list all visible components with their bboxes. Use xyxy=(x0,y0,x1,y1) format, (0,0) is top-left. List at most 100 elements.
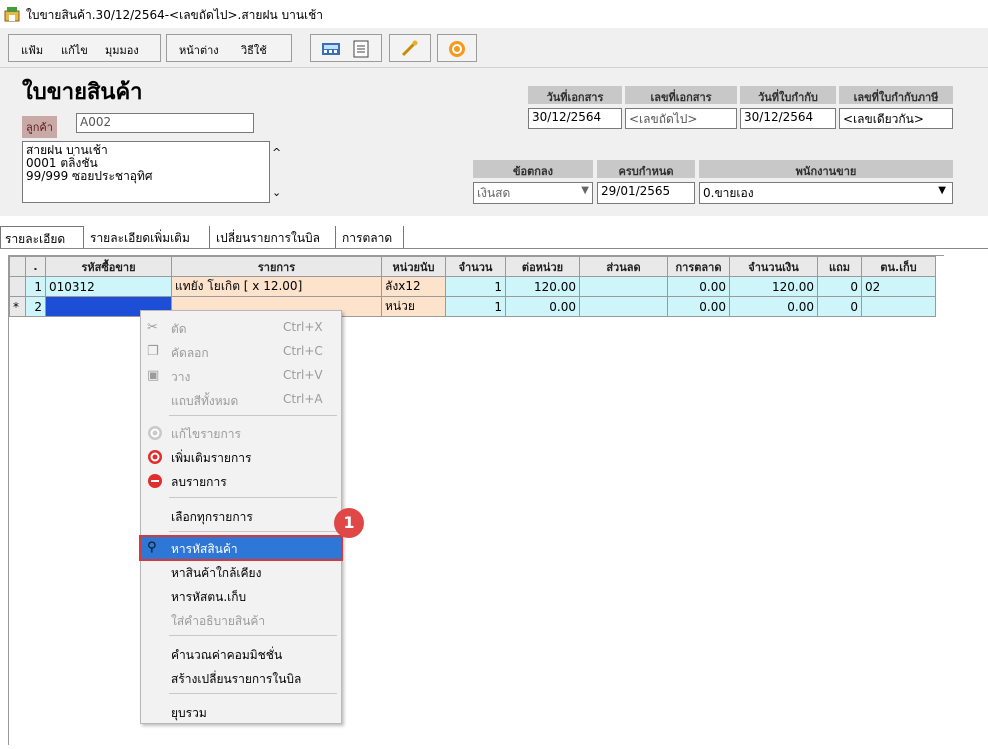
doc-date-input[interactable]: 30/12/2564 xyxy=(528,108,622,129)
item-unit-cell[interactable]: ลังx12 xyxy=(381,276,446,297)
item-price-cell[interactable]: 120.00 xyxy=(505,276,580,297)
chevron-down-icon[interactable]: ▼ xyxy=(938,185,946,196)
grid-header-cell[interactable]: รหัสซื้อขาย xyxy=(45,256,172,277)
delete-icon xyxy=(148,474,162,488)
item-code-cell[interactable]: 010312 xyxy=(45,276,172,297)
item-free-cell[interactable]: 0 xyxy=(817,296,862,317)
grid-header-cell[interactable]: . xyxy=(25,256,46,277)
grid-header-cell[interactable]: หน่วยนับ xyxy=(381,256,446,277)
menu-item-label: วาง xyxy=(171,370,191,384)
item-discount-cell[interactable] xyxy=(579,276,668,297)
menu-item-copy[interactable]: ❐ คัดลอก Ctrl+C xyxy=(141,341,341,363)
table-row[interactable]: 1 010312 แทยัง โยเกิต [ x 12.00] ลังx12 … xyxy=(9,276,936,297)
menu-edit[interactable]: แก้ไข xyxy=(61,41,88,59)
chevron-down-icon[interactable]: ▼ xyxy=(581,185,589,196)
menu-item-label: ลบรายการ xyxy=(171,475,227,489)
add-icon xyxy=(148,450,162,464)
terms-select[interactable]: เงินสด ▼ xyxy=(473,182,593,204)
item-free-cell[interactable]: 0 xyxy=(817,276,862,297)
menu-separator xyxy=(169,531,337,532)
items-table: . รหัสซื้อขาย รายการ หน่วยนับ จำนวน ต่อห… xyxy=(9,256,936,317)
grid-header-row: . รหัสซื้อขาย รายการ หน่วยนับ จำนวน ต่อห… xyxy=(9,256,936,277)
menu-item-select-all[interactable]: แถบสีทั้งหมด Ctrl+A xyxy=(141,389,341,411)
menu-item-collapse[interactable]: ยุบรวม xyxy=(141,701,341,723)
item-store-cell[interactable] xyxy=(861,296,936,317)
toolbar: แฟ้ม แก้ไข มุมมอง หน้าต่าง วิธีใช้ xyxy=(0,28,988,68)
row-number: 2 xyxy=(25,296,46,317)
menu-separator xyxy=(169,497,337,498)
tab-details[interactable]: รายละเอียด xyxy=(0,226,84,248)
menu-window[interactable]: หน้าต่าง xyxy=(179,41,219,59)
grid-header-cell xyxy=(9,256,26,277)
menu-item-edit[interactable]: แก้ไขรายการ xyxy=(141,422,341,444)
customer-address-box[interactable]: สายฝน บานเช้า 0001 ตลิ่งชัน 99/999 ซอยปร… xyxy=(22,141,270,203)
doc-no-header: เลขที่เอกสาร xyxy=(625,86,737,104)
menu-group-1: แฟ้ม แก้ไข มุมมอง xyxy=(8,34,161,62)
tax-no-input[interactable]: <เลขเดียวกัน> xyxy=(839,108,953,129)
menu-item-paste[interactable]: ▣ วาง Ctrl+V xyxy=(141,365,341,387)
due-date-input[interactable]: 29/01/2565 xyxy=(597,182,695,204)
item-qty-cell[interactable]: 1 xyxy=(445,296,506,317)
menu-item-delete[interactable]: ลบรายการ xyxy=(141,470,341,492)
menu-item-label: ยุบรวม xyxy=(171,706,207,720)
menu-item-find-store[interactable]: หารหัสตน.เก็บ xyxy=(141,585,341,607)
tab-change-items[interactable]: เปลี่ยนรายการในบิล xyxy=(212,226,336,248)
link-icon[interactable] xyxy=(400,40,420,58)
grid-header-cell[interactable]: ส่วนลด xyxy=(579,256,668,277)
menu-item-label: คัดลอก xyxy=(171,346,209,360)
item-marketing-cell[interactable]: 0.00 xyxy=(667,296,730,317)
terms-header: ข้อตกลง xyxy=(473,160,593,178)
tab-more-details[interactable]: รายละเอียดเพิ่มเติม xyxy=(86,226,210,248)
item-store-cell[interactable]: 02 xyxy=(861,276,936,297)
scroll-down-icon[interactable]: ⌄ xyxy=(272,186,281,199)
invoice-date-input[interactable]: 30/12/2564 xyxy=(740,108,836,129)
grid-header-cell[interactable]: จำนวนเงิน xyxy=(729,256,818,277)
calculator-icon[interactable] xyxy=(321,40,341,58)
menu-item-cut[interactable]: ✂ ตัด Ctrl+X xyxy=(141,317,341,339)
tool-group-2 xyxy=(389,34,431,62)
grid-header-cell[interactable]: แถม xyxy=(817,256,862,277)
tab-marketing[interactable]: การตลาด xyxy=(338,226,404,248)
menu-item-commission[interactable]: คำนวณค่าคอมมิชชั่น xyxy=(141,643,341,665)
exit-icon[interactable] xyxy=(447,40,467,58)
menu-file[interactable]: แฟ้ม xyxy=(21,41,43,59)
grid-header-cell[interactable]: จำนวน xyxy=(445,256,506,277)
menu-item-add[interactable]: เพิ่มเติมรายการ xyxy=(141,446,341,468)
row-number: 1 xyxy=(25,276,46,297)
salesperson-select[interactable]: 0.ขายเอง ▼ xyxy=(699,182,953,204)
document-icon[interactable] xyxy=(351,40,371,58)
menu-view[interactable]: มุมมอง xyxy=(105,41,139,59)
document-panel: ใบขายสินค้า ลูกค้า A002 สายฝน บานเช้า 00… xyxy=(0,68,988,216)
invoice-date-header: วันที่ใบกำกับ xyxy=(740,86,836,104)
grid-header-cell[interactable]: ตน.เก็บ xyxy=(861,256,936,277)
item-qty-cell[interactable]: 1 xyxy=(445,276,506,297)
menu-shortcut: Ctrl+C xyxy=(283,344,323,358)
grid-header-cell[interactable]: รายการ xyxy=(171,256,382,277)
title-bar: ใบขายสินค้า.30/12/2564-<เลขถัดไป>.สายฝน … xyxy=(0,0,988,28)
menu-item-select-items[interactable]: เลือกทุกรายการ xyxy=(141,505,341,527)
menu-item-create-change[interactable]: สร้างเปลี่ยนรายการในบิล xyxy=(141,667,341,689)
menu-item-find-code[interactable]: ⚲ หารหัสสินค้า xyxy=(139,535,343,561)
menu-separator xyxy=(169,415,337,416)
scissors-icon: ✂ xyxy=(147,320,158,335)
menu-item-description[interactable]: ใส่คำอธิบายสินค้า xyxy=(141,609,341,631)
item-desc-cell[interactable]: แทยัง โยเกิต [ x 12.00] xyxy=(171,276,382,297)
item-amount-cell: 120.00 xyxy=(729,276,818,297)
customer-code-input[interactable]: A002 xyxy=(76,113,254,133)
menu-item-label: ใส่คำอธิบายสินค้า xyxy=(171,614,266,628)
menu-item-find-near[interactable]: หาสินค้าใกล้เคียง xyxy=(141,561,341,583)
menu-shortcut: Ctrl+A xyxy=(283,392,323,406)
item-unit-cell[interactable]: หน่วย xyxy=(381,296,446,317)
doc-no-input[interactable]: <เลขถัดไป> xyxy=(625,108,737,129)
menu-item-label: แก้ไขรายการ xyxy=(171,427,241,441)
menu-item-label: ตัด xyxy=(171,322,187,336)
item-marketing-cell[interactable]: 0.00 xyxy=(667,276,730,297)
menu-item-label: หาสินค้าใกล้เคียง xyxy=(171,566,262,580)
grid-header-cell[interactable]: ต่อหน่วย xyxy=(505,256,580,277)
item-price-cell[interactable]: 0.00 xyxy=(505,296,580,317)
item-discount-cell[interactable] xyxy=(579,296,668,317)
grid-header-cell[interactable]: การตลาด xyxy=(667,256,730,277)
copy-icon: ❐ xyxy=(147,344,159,359)
scroll-up-icon[interactable]: ^ xyxy=(272,146,281,159)
menu-help[interactable]: วิธีใช้ xyxy=(241,41,267,59)
